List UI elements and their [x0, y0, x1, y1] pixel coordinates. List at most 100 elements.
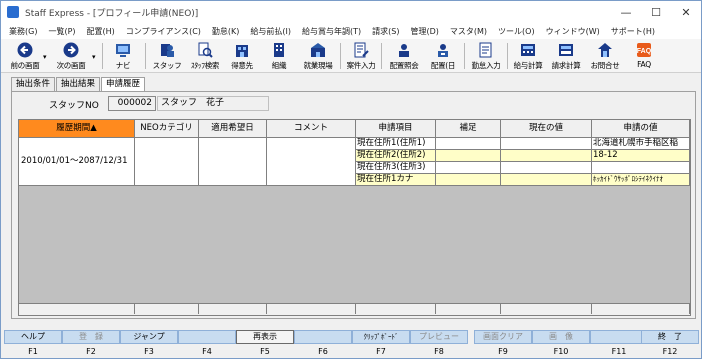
note-cell[interactable] — [436, 162, 501, 174]
footer-cell — [135, 304, 199, 314]
note-cell[interactable] — [436, 150, 501, 162]
billing-button[interactable]: 請求計算 — [548, 40, 584, 72]
current-value-cell[interactable] — [501, 174, 592, 186]
item-cell[interactable]: 現在住所3(住所3) — [356, 162, 436, 174]
maximize-button[interactable]: ☐ — [641, 1, 671, 23]
menu-kyuyo[interactable]: 給与賞与年調(T) — [302, 26, 361, 37]
footer-cell — [356, 304, 436, 314]
placement-daily-button[interactable]: 配置(日 — [424, 40, 462, 72]
register-button[interactable]: 登 録 — [62, 330, 120, 344]
forward-button[interactable]: 次の画面 — [51, 40, 91, 72]
note-cell[interactable] — [436, 138, 501, 150]
header-note[interactable]: 補足 — [436, 120, 501, 138]
menu-gyomu[interactable]: 業務(G) — [9, 26, 37, 37]
f3-key-label: F3 — [144, 347, 154, 356]
tab-bar: 抽出条件 抽出結果 申請履歴 — [11, 77, 146, 92]
menu-haichi[interactable]: 配置(H) — [87, 26, 115, 37]
f10-key-label: F10 — [553, 347, 569, 356]
note-cell[interactable] — [436, 174, 501, 186]
tab-extract-conditions[interactable]: 抽出条件 — [11, 77, 56, 91]
menu-kanri[interactable]: 管理(D) — [410, 26, 438, 37]
item-cell[interactable]: 現在住所1(住所1) — [356, 138, 436, 150]
menu-kintai[interactable]: 勤怠(K) — [212, 26, 240, 37]
tab-extract-results[interactable]: 抽出結果 — [56, 77, 101, 91]
header-requested-value[interactable]: 申請の値 — [592, 120, 690, 138]
preview-button[interactable]: プレビュー — [410, 330, 468, 344]
payroll-button[interactable]: 給与計算 — [510, 40, 546, 72]
header-period[interactable]: 履歴期間▲ — [19, 120, 135, 138]
staff-search-button[interactable]: ｽﾀｯﾌ検索 — [187, 40, 223, 72]
menu-compliance[interactable]: コンプライアンス(C) — [126, 26, 201, 37]
menu-tool[interactable]: ツール(O) — [498, 26, 535, 37]
footer-cell — [436, 304, 501, 314]
header-apply-date[interactable]: 適用希望日 — [199, 120, 267, 138]
placement-inquiry-button[interactable]: 配置照会 — [385, 40, 423, 72]
image-button[interactable]: 画 像 — [532, 330, 590, 344]
current-value-cell[interactable] — [501, 138, 592, 150]
requested-value-cell[interactable] — [592, 162, 690, 174]
help-button[interactable]: ヘルプ — [4, 330, 62, 344]
attendance-entry-button[interactable]: 勤怠入力 — [467, 40, 505, 72]
tab-application-history[interactable]: 申請履歴 — [101, 77, 146, 92]
menu-ichiran[interactable]: 一覧(P) — [48, 26, 75, 37]
faq-button[interactable]: FAQ FAQ — [629, 40, 659, 72]
toolbar-separator — [464, 43, 465, 69]
neo-category-cell[interactable] — [135, 138, 199, 186]
f4-button[interactable] — [178, 330, 236, 344]
exit-button[interactable]: 終 了 — [641, 330, 699, 344]
header-item[interactable]: 申請項目 — [356, 120, 436, 138]
menu-maebarai[interactable]: 給与前払(I) — [250, 26, 291, 37]
current-value-cell[interactable] — [501, 150, 592, 162]
menu-bar: 業務(G) 一覧(P) 配置(H) コンプライアンス(C) 勤怠(K) 給与前払… — [1, 23, 701, 39]
f11-button[interactable] — [590, 330, 648, 344]
item-cell[interactable]: 現在住所2(住所2) — [356, 150, 436, 162]
navi-button[interactable]: ナビ — [107, 40, 139, 72]
jump-button[interactable]: ジャンプ — [120, 330, 178, 344]
menu-support[interactable]: サポート(H) — [611, 26, 655, 37]
staff-button[interactable]: スタッフ — [151, 40, 183, 72]
window-title: Staff Express - [プロフィール申請(NEO)] — [25, 8, 199, 19]
requested-value-cell[interactable]: 北海道札幌市手稲区稲 — [592, 138, 690, 150]
requested-value-cell[interactable]: ﾎｯｶｲﾄﾞｳｻｯﾎﾟﾛｼﾃｲﾈｸｲﾅｵ — [592, 174, 690, 186]
clear-screen-button[interactable]: 画面クリア — [474, 330, 532, 344]
staff-no-field[interactable]: 000002 — [108, 96, 156, 111]
header-current-value[interactable]: 現在の値 — [501, 120, 592, 138]
worksite-button[interactable]: 就業現場 — [298, 40, 338, 72]
function-key-bar: ヘルプ F1 登 録 F2 ジャンプ F3 F4 再表示 F5 F6 ｸﾘｯﾌﾟ… — [1, 327, 701, 359]
f5-key-label: F5 — [260, 347, 270, 356]
back-dropdown-icon[interactable]: ▾ — [43, 53, 47, 61]
f6-key-label: F6 — [318, 347, 328, 356]
refresh-button[interactable]: 再表示 — [236, 330, 294, 344]
item-cell[interactable]: 現在住所1カナ — [356, 174, 436, 186]
header-neo-category[interactable]: NEOカテゴリ — [135, 120, 199, 138]
comment-cell[interactable] — [267, 138, 356, 186]
minimize-button[interactable]: — — [611, 1, 641, 23]
placement-inquiry-icon — [396, 42, 412, 58]
f8-key-label: F8 — [434, 347, 444, 356]
grid-footer-row — [19, 303, 690, 315]
toolbar-separator — [340, 43, 341, 69]
period-cell[interactable]: 2010/01/01～2087/12/31 — [19, 138, 135, 186]
menu-master[interactable]: マスタ(M) — [450, 26, 487, 37]
back-arrow-icon — [17, 42, 33, 58]
clipboard-button[interactable]: ｸﾘｯﾌﾟﾎﾞｰﾄﾞ — [352, 330, 410, 344]
staff-icon — [159, 42, 175, 58]
close-button[interactable]: ✕ — [671, 1, 701, 23]
job-entry-button[interactable]: 案件入力 — [343, 40, 379, 72]
requested-value-cell[interactable]: 18-12 — [592, 150, 690, 162]
billing-icon — [558, 42, 574, 58]
organization-button[interactable]: 組織 — [264, 40, 294, 72]
back-button[interactable]: 前の画面 — [5, 40, 45, 72]
menu-seikyu[interactable]: 請求(S) — [372, 26, 399, 37]
header-comment[interactable]: コメント — [267, 120, 356, 138]
client-button[interactable]: 得意先 — [226, 40, 258, 72]
history-grid[interactable]: 履歴期間▲ NEOカテゴリ 適用希望日 コメント 申請項目 補足 現在の値 申請… — [18, 119, 691, 316]
f6-button[interactable] — [294, 330, 352, 344]
menu-window[interactable]: ウィンドウ(W) — [546, 26, 600, 37]
current-value-cell[interactable] — [501, 162, 592, 174]
f2-key-label: F2 — [86, 347, 96, 356]
f9-key-label: F9 — [498, 347, 508, 356]
apply-date-cell[interactable] — [199, 138, 267, 186]
forward-dropdown-icon[interactable]: ▾ — [92, 53, 96, 61]
inquiry-button[interactable]: お問合せ — [587, 40, 623, 72]
